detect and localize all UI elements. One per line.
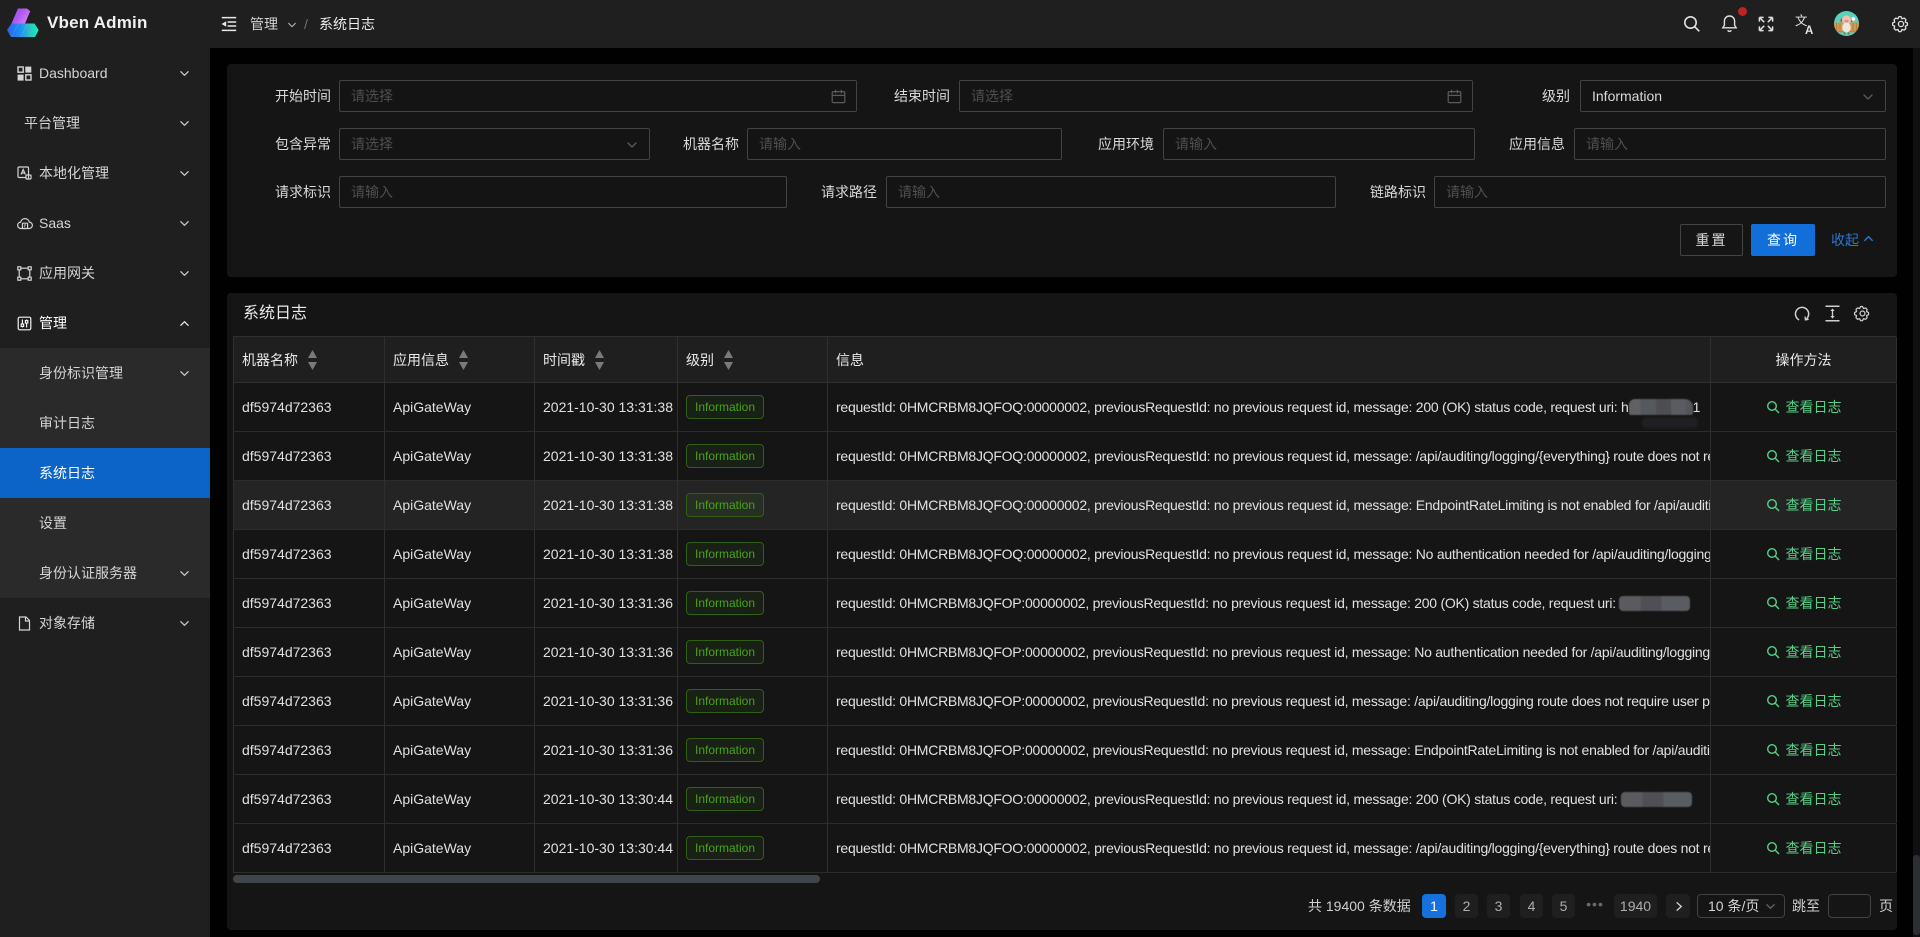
- svg-text:A: A: [1805, 25, 1813, 35]
